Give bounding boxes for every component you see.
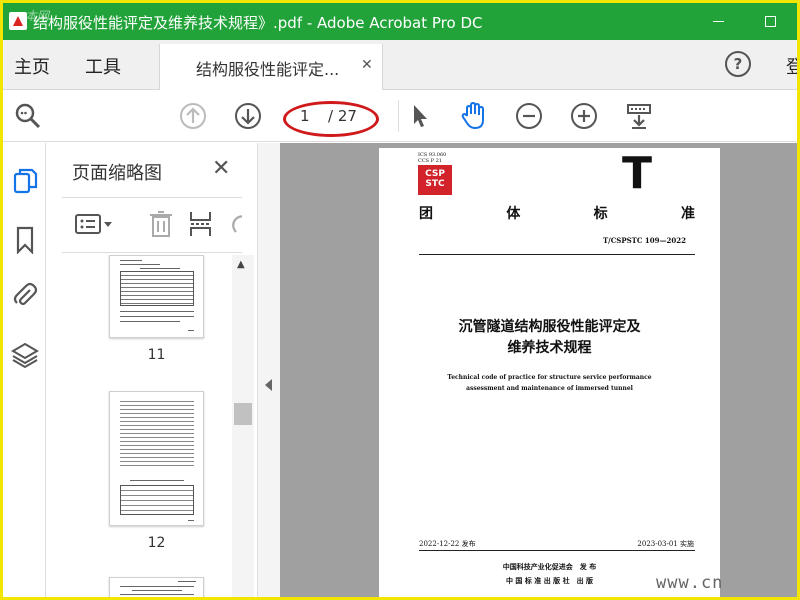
scrollbar-thumb[interactable]	[234, 403, 252, 425]
window-title: 结构服役性能评定及维养技术规程》.pdf - Adobe Acrobat Pro…	[33, 14, 483, 32]
maximize-button[interactable]	[755, 9, 785, 33]
layers-icon[interactable]	[11, 341, 39, 369]
attachments-icon[interactable]	[11, 282, 39, 310]
watermark-bottom: www.cn	[656, 573, 724, 593]
title-bar: 本网 结构服役性能评定及维养技术规程》.pdf - Adobe Acrobat …	[3, 3, 797, 40]
standard-type-char: 准	[680, 206, 695, 222]
home-tab[interactable]: 主页	[14, 53, 50, 79]
close-tab-icon[interactable]: ✕	[361, 57, 373, 73]
logo-text-top: CSP	[425, 169, 445, 179]
thumbnails-panel: 页面缩略图 ✕ 11 12 ▲	[47, 143, 257, 597]
document-viewport[interactable]: ICS 93.060 CCS P 21 CSP STC T 团 体 标 准 T/…	[280, 143, 797, 597]
standard-letter: T	[622, 148, 653, 199]
page-thumbnail-11[interactable]	[109, 255, 204, 338]
thumbnail-page-label: 12	[147, 535, 166, 551]
title-en-line: Technical code of practice for structure…	[447, 374, 652, 381]
thumbnail-page-label: 11	[147, 347, 166, 363]
tools-tab[interactable]: 工具	[85, 53, 121, 79]
previous-page-icon[interactable]	[177, 100, 209, 132]
select-cursor-icon[interactable]	[404, 100, 436, 132]
panel-title: 页面缩略图	[72, 163, 162, 184]
standard-type: 团 体 标 准	[419, 203, 695, 223]
page-number-field[interactable]: 1 / 27	[288, 104, 380, 130]
menu-bar: 主页 工具 结构服役性能评定... ✕ ? 登	[3, 40, 797, 90]
scroll-up-icon[interactable]: ▲	[237, 259, 245, 270]
collapse-panel-icon[interactable]	[265, 379, 272, 391]
delete-page-icon[interactable]	[148, 210, 174, 242]
search-icon[interactable]	[12, 100, 44, 132]
implementation-date: 2023-03-01 实施	[637, 540, 694, 548]
title-en-line: assessment and maintenance of immersed t…	[466, 385, 633, 392]
ccs-code: CCS P 21	[418, 158, 442, 164]
thumbnail-toolbar	[62, 197, 242, 253]
panel-collapse-bar[interactable]	[257, 143, 280, 597]
standard-number: T/CSPSTC 109—2022	[602, 236, 686, 245]
cspstc-logo: CSP STC	[418, 165, 452, 195]
thumbnail-scrollbar[interactable]: ▲	[232, 255, 254, 597]
title-line: 沉管隧道结构服役性能评定及	[458, 319, 641, 335]
insert-page-icon[interactable]	[188, 210, 214, 242]
document-tab[interactable]: 结构服役性能评定... ✕	[159, 44, 383, 90]
footer-rule	[419, 550, 695, 551]
title-line: 维养技术规程	[507, 340, 592, 356]
standard-codes: ICS 93.060 CCS P 21	[418, 152, 446, 164]
hand-tool-icon[interactable]	[458, 100, 490, 132]
zoom-out-icon[interactable]	[513, 100, 545, 132]
standard-type-char: 标	[593, 206, 608, 222]
page-display-icon[interactable]	[623, 100, 655, 132]
logo-text-bottom: STC	[425, 179, 445, 189]
publisher-line: 中国科技产业化促进会 发 布	[502, 562, 597, 571]
next-page-icon[interactable]	[232, 100, 264, 132]
left-nav-rail	[3, 143, 46, 597]
thumbnail-options-icon[interactable]	[74, 213, 114, 241]
total-pages-label: / 27	[328, 107, 357, 125]
rotate-page-icon[interactable]	[228, 210, 242, 242]
standard-type-char: 体	[506, 206, 521, 222]
minimize-button[interactable]	[703, 9, 733, 33]
bookmarks-icon[interactable]	[11, 226, 39, 254]
sign-in-link[interactable]: 登	[786, 53, 797, 79]
page-thumbnail-13[interactable]	[109, 577, 204, 597]
main-toolbar: 1 / 27	[3, 90, 797, 142]
thumbnail-list: 11 12	[62, 255, 232, 597]
issue-date: 2022-12-22 发布	[419, 540, 476, 548]
close-panel-icon[interactable]: ✕	[212, 156, 230, 181]
standard-type-char: 团	[419, 206, 433, 222]
toolbar-divider	[398, 100, 399, 132]
maximize-icon	[764, 15, 776, 27]
help-icon[interactable]: ?	[725, 51, 751, 77]
page-thumbnail-12[interactable]	[109, 391, 204, 526]
document-title-en: Technical code of practice for structure…	[379, 372, 720, 394]
page-thumbnails-icon[interactable]	[11, 167, 39, 195]
pdf-page: ICS 93.060 CCS P 21 CSP STC T 团 体 标 准 T/…	[379, 148, 720, 597]
current-page-input[interactable]: 1	[300, 107, 310, 125]
minimize-icon	[712, 20, 724, 22]
acrobat-window: 本网 结构服役性能评定及维养技术规程》.pdf - Adobe Acrobat …	[3, 3, 797, 597]
document-title-cn: 沉管隧道结构服役性能评定及 维养技术规程	[379, 317, 720, 359]
header-rule	[419, 254, 695, 255]
document-tab-label: 结构服役性能评定...	[196, 60, 340, 79]
zoom-in-icon[interactable]	[568, 100, 600, 132]
